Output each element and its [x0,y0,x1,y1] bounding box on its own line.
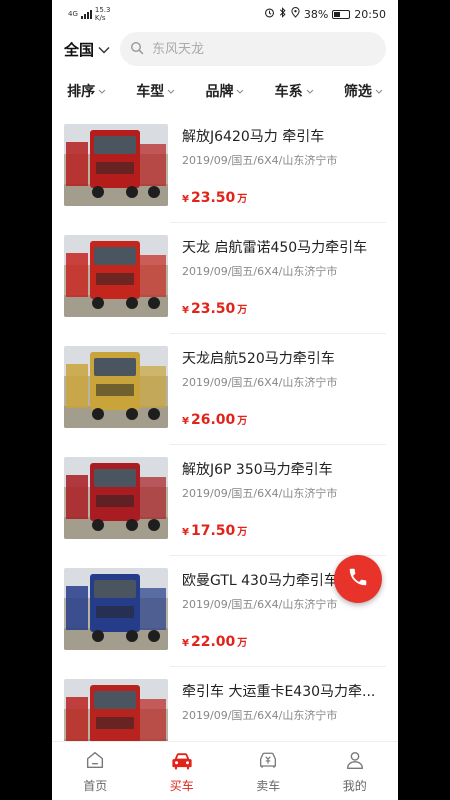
battery-icon [332,9,351,19]
listing-info: 解放J6420马力 牵引车 2019/09/国五/6X4/山东济宁市 ¥ 23.… [182,124,386,223]
listing-price: ¥ 23.50 万 [182,190,386,206]
listing-title: 解放J6420马力 牵引车 [182,129,325,145]
phone-icon [347,566,369,592]
listing-item[interactable]: 天龙启航520马力牵引车 2019/09/国五/6X4/山东济宁市 ¥ 26.0… [52,334,398,445]
location-icon [291,7,300,21]
listing-price: ¥ 22.00 万 [182,634,386,650]
listing-price: ¥ 17.50 万 [182,523,386,539]
bottom-tab-bar: 首页 买车 卖车 我的 [52,741,398,800]
listing-meta: 2019/09/国五/6X4/山东济宁市 [182,709,338,722]
currency-symbol: ¥ [182,305,189,316]
status-bar: 4G 15.3 K/s 38% 20:50 [52,0,398,28]
filter-label: 筛选 [343,84,372,100]
region-label: 全国 [64,40,95,59]
truck-photo [64,568,168,650]
chevron-down-icon [98,40,110,58]
price-unit: 万 [237,416,248,427]
price-value: 23.50 [190,301,236,317]
price-unit: 万 [237,527,248,538]
home-icon [84,749,106,774]
battery-percent: 38% [303,7,329,21]
clock: 20:50 [354,7,386,21]
tab-buy-car[interactable]: 买车 [152,749,212,794]
status-left: 4G 15.3 K/s [68,6,110,22]
filter-vehicle-type[interactable]: 车型 [136,81,175,101]
tab-mine[interactable]: 我的 [325,749,385,794]
call-button[interactable] [334,555,382,603]
signal-icon [80,9,92,19]
bluetooth-icon [279,7,287,21]
chevron-down-icon [306,89,314,94]
search-box[interactable] [120,32,386,66]
listing-meta: 2019/09/国五/6X4/山东济宁市 [182,376,338,389]
price-value: 26.00 [190,412,236,428]
net-speed: 15.3 K/s [95,6,111,22]
net-speed-unit: K/s [94,14,106,22]
tab-label: 卖车 [256,778,281,793]
chevron-down-icon [237,89,244,94]
filter-label: 品牌 [205,84,234,100]
listing-list: 解放J6420马力 牵引车 2019/09/国五/6X4/山东济宁市 ¥ 23.… [52,112,398,778]
truck-photo [64,124,168,206]
search-icon [130,40,144,59]
filter-brand[interactable]: 品牌 [205,81,244,101]
network-type: 4G [68,10,78,18]
filter-series[interactable]: 车系 [275,81,314,101]
listing-title: 天龙 启航雷诺450马力牵引车 [182,240,368,256]
price-unit: 万 [237,194,248,205]
listing-item[interactable]: 天龙 启航雷诺450马力牵引车 2019/09/国五/6X4/山东济宁市 ¥ 2… [52,223,398,334]
currency-symbol: ¥ [182,638,189,649]
filter-bar: 排序 车型 品牌 车系 筛选 [52,78,398,104]
truck-photo [64,346,168,428]
tab-sell-car[interactable]: 卖车 [238,749,298,794]
listing-title: 天龙启航520马力牵引车 [182,351,335,367]
car-icon [170,749,194,774]
listing-title: 解放J6P 350马力牵引车 [182,462,333,478]
listing-item[interactable]: 解放J6420马力 牵引车 2019/09/国五/6X4/山东济宁市 ¥ 23.… [52,112,398,223]
listing-info: 解放J6P 350马力牵引车 2019/09/国五/6X4/山东济宁市 ¥ 17… [182,457,386,556]
listing-meta: 2019/09/国五/6X4/山东济宁市 [182,154,338,167]
listing-title: 牵引车 大运重卡E430马力牵... [182,684,376,700]
region-selector[interactable]: 全国 [64,39,110,60]
listing-info: 天龙启航520马力牵引车 2019/09/国五/6X4/山东济宁市 ¥ 26.0… [182,346,386,445]
listing-info: 天龙 启航雷诺450马力牵引车 2019/09/国五/6X4/山东济宁市 ¥ 2… [182,235,386,334]
filter-sort[interactable]: 排序 [67,81,106,101]
listing-item[interactable]: 解放J6P 350马力牵引车 2019/09/国五/6X4/山东济宁市 ¥ 17… [52,445,398,556]
chevron-down-icon [375,89,383,94]
currency-symbol: ¥ [182,416,189,427]
tab-home[interactable]: 首页 [65,749,125,794]
chevron-down-icon [98,89,106,94]
price-unit: 万 [237,305,248,316]
tab-label: 我的 [342,778,367,793]
listing-price: ¥ 23.50 万 [182,301,386,317]
status-right: 38% 20:50 [264,7,386,21]
search-row: 全国 [52,32,398,66]
user-icon [344,749,366,774]
currency-symbol: ¥ [182,527,189,538]
listing-meta: 2019/09/国五/6X4/山东济宁市 [182,487,338,500]
currency-symbol: ¥ [182,194,189,205]
tab-label: 首页 [83,778,108,793]
app-screen: 4G 15.3 K/s 38% 20:50 全国 东风天龙 排序 车型 品牌 车… [52,0,398,800]
filter-label: 车型 [136,84,165,100]
tab-label: 买车 [169,778,194,793]
filter-more[interactable]: 筛选 [344,81,383,101]
filter-label: 车系 [274,84,303,100]
price-value: 22.00 [190,634,236,650]
filter-label: 排序 [67,84,96,100]
net-speed-value: 15.3 [94,6,111,14]
alarm-icon [264,7,275,21]
truck-photo [64,235,168,317]
price-unit: 万 [237,638,248,649]
sell-icon [256,749,280,774]
search-input[interactable] [150,40,376,58]
price-value: 17.50 [190,523,236,539]
listing-meta: 2019/09/国五/6X4/山东济宁市 [182,265,338,278]
listing-price: ¥ 26.00 万 [182,412,386,428]
chevron-down-icon [167,89,175,94]
truck-photo [64,457,168,539]
price-value: 23.50 [190,190,236,206]
